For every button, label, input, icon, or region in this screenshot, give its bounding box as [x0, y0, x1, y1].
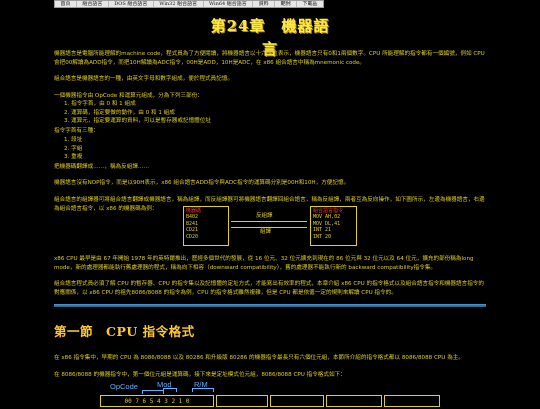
- menu-item-assembly[interactable]: 組合語言: [77, 1, 109, 7]
- opcode-label: OpCode: [110, 382, 138, 391]
- assembly-instruction-line: INT 20: [313, 233, 332, 240]
- paragraph-intro: 機器語言是電腦所能理解的machine code，程式員為了方便閱讀，將機器語言…: [54, 51, 485, 66]
- rm-bracket: [192, 388, 214, 392]
- opcode-bracket: [142, 390, 164, 394]
- machine-code-line: CD20: [186, 233, 199, 240]
- list-item: 2. 運算碼，指定要做的動作，由 0 和 1 組成: [64, 109, 175, 116]
- list-item: 1. 段址: [64, 137, 83, 143]
- paragraph-cpu-format: 在 x86 指令集中，早期的 CPU 為 8086/8088 以及 80286 …: [54, 355, 464, 361]
- list-item: 2. 字組: [64, 145, 83, 152]
- menu-item-win32[interactable]: Win32 組合語言: [154, 1, 204, 7]
- menu-item-examples[interactable]: 範例: [275, 1, 298, 7]
- paragraph-x86-history: x86 CPU 最早是由 67 年開始 1978 年的英特爾推出，歷經多個世代的…: [54, 256, 474, 271]
- machine-code-box: 機器碼 B402 B241 CD21 CD20: [183, 206, 229, 246]
- list-item: 3. 運算元，指定要運算的資料，可以是暫存器或記憶體位址: [64, 118, 211, 125]
- instruction-byte-cell: 00 7 6 5 4 3 2 1 0: [100, 395, 214, 407]
- paragraph-disassembly: 把機器碼翻譯成……，稱為反組譯……: [54, 164, 150, 170]
- instruction-byte-cell: [384, 395, 440, 407]
- section-divider: [54, 304, 486, 307]
- menu-item-home[interactable]: 首頁: [55, 1, 77, 7]
- instruction-byte-cell: [270, 395, 324, 407]
- paragraph-assembly: 組合語言是機器語言的一種，由英文字母和數字組成，便於程式員記憶。: [54, 76, 234, 82]
- paragraph-prefix: 指令字首有三種：: [54, 128, 99, 134]
- assemble-label: 組譯: [260, 229, 272, 235]
- instruction-byte-cell: [216, 395, 268, 407]
- paragraph-programmer: 組合語言程式員必須了解 CPU 的暫存器、CPU 的指令集以及記憶體的定址方式，…: [54, 281, 484, 296]
- top-menu-bar: 首頁 組合語言 DOS 組合語言 Win32 組合語言 Win64 組合語言 資…: [54, 0, 324, 8]
- menu-item-downloads[interactable]: 下載區: [297, 1, 323, 7]
- disassemble-arrow: [231, 221, 307, 222]
- instruction-byte-cell: [326, 395, 382, 407]
- assemble-arrow: [231, 227, 307, 228]
- paragraph-nop: 機器語言沒有NOP指令，而是以90H表示，x86 組合語言ADD指令與ADC指令…: [54, 180, 350, 186]
- assembly-instruction-box: 組合語言指令 MOV AH,02 MOV DL,41 INT 21 INT 20: [310, 206, 357, 246]
- menu-item-dos[interactable]: DOS 組合語言: [109, 1, 154, 7]
- bit-labels: 00 7 6 5 4 3 2 1 0: [124, 398, 190, 405]
- instruction-parts-list: 1. 指令字首，由 0 和 1 組成 2. 運算碼，指定要做的動作，由 0 和 …: [54, 100, 486, 126]
- mod-bracket: [163, 388, 177, 392]
- assembly-diagram: 機器碼 B402 B241 CD21 CD20 反組譯 組譯 組合語言指令 MO…: [183, 206, 358, 248]
- menu-item-win64[interactable]: Win64 組合語言: [204, 1, 254, 7]
- section-heading: 第一節 CPU 指令格式: [54, 324, 195, 339]
- menu-item-data[interactable]: 資料: [253, 1, 276, 7]
- list-item: 3. 重複: [64, 154, 83, 161]
- disassemble-label: 反組譯: [256, 213, 273, 219]
- prefix-list: 1. 段址 2. 字組 3. 重複: [54, 136, 486, 162]
- list-item: 1. 指令字首，由 0 和 1 組成: [64, 101, 136, 107]
